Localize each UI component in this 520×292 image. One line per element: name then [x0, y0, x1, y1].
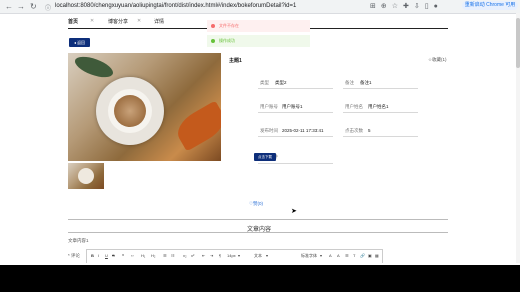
account-value: 用户账号1 [282, 104, 303, 109]
section-divider-bottom [68, 232, 448, 233]
chrome-update-button[interactable]: 重新启动 Chrome 可用 [462, 1, 518, 10]
info-icon[interactable]: ⓘ [45, 3, 51, 12]
name-value: 用户姓名1 [368, 104, 389, 109]
success-toast: 操作成功 [207, 35, 310, 47]
back-arrow-icon[interactable]: ← [5, 2, 13, 11]
indent-button[interactable]: ⇥ [210, 253, 213, 258]
field-underline [343, 88, 418, 89]
sidebar-icon[interactable]: ▯ [425, 3, 434, 10]
field-underline [258, 88, 333, 89]
field-underline [258, 112, 333, 113]
clear-format-button[interactable]: T [353, 253, 355, 258]
leaf-shape [171, 100, 221, 152]
success-toast-text: 操作成功 [219, 38, 235, 43]
bold-button[interactable]: B [91, 253, 94, 258]
like-button[interactable]: ♡赞(0) [249, 201, 263, 207]
zoom-icon[interactable]: ⊕ [381, 3, 392, 10]
page-scrollbar-thumb[interactable] [516, 18, 520, 68]
account-label: 用户账号 [260, 104, 278, 109]
underline-button[interactable]: U [105, 253, 108, 258]
field-underline [343, 112, 418, 113]
address-bar[interactable]: localhost:8080/chengxuyuan/aoliupingtai/… [55, 1, 385, 11]
align-button[interactable]: ☰ [345, 253, 349, 258]
link-icon[interactable]: 🔗 [360, 253, 365, 258]
blog-cover-image [68, 53, 221, 161]
error-toast: 文件不存在 [207, 20, 310, 32]
field-underline [258, 163, 333, 164]
note-label: 备注 [345, 80, 354, 85]
type-label: 类型 [260, 80, 269, 85]
name-label: 用户姓名 [345, 104, 363, 109]
heading-select[interactable]: 文本 [254, 253, 262, 259]
direction-button[interactable]: ¶ [219, 253, 221, 258]
outdent-button[interactable]: ⇤ [202, 253, 205, 258]
blog-title: 主题1 [229, 58, 242, 64]
type-value: 类型2 [275, 80, 287, 85]
code-button[interactable]: ‹› [131, 253, 134, 258]
collect-button[interactable]: ☆收藏(1) [428, 57, 447, 63]
comment-editor-toolbar: B I U S ❝ ‹› H₁ H₂ ☰ ☷ x₂ x² ⇤ ⇥ ¶ 14px … [86, 249, 383, 263]
extension-icon[interactable]: ✚ [403, 3, 414, 10]
strike-button[interactable]: S [112, 253, 115, 258]
nav-item-detail[interactable]: 详情 [154, 18, 164, 25]
error-icon [211, 24, 215, 28]
note-value: 备注1 [360, 80, 372, 85]
h1-button[interactable]: H₁ [141, 253, 145, 258]
subscript-button[interactable]: x₂ [183, 253, 187, 258]
font-size-select[interactable]: 14px [227, 253, 236, 258]
browser-toolbar-icons: ⊞⊕☆✚⇩▯● [370, 2, 443, 10]
nav-item-home[interactable]: 首页 [68, 18, 78, 25]
font-color-button[interactable]: A [329, 253, 332, 258]
field-underline [343, 136, 418, 137]
back-button-label: 返回 [77, 40, 86, 45]
ordered-list-button[interactable]: ☰ [163, 253, 167, 258]
publish-time-label: 发布时间 [260, 128, 278, 133]
article-content-text: 文章内容1 [68, 238, 89, 243]
browser-bar: ← → ↻ ⓘ localhost:8080/chengxuyuan/aoliu… [0, 0, 520, 14]
quote-button[interactable]: ❝ [122, 253, 124, 258]
coffee-shape [114, 95, 146, 127]
clicks-label: 点击次数 [345, 128, 363, 133]
success-icon [211, 39, 215, 43]
superscript-button[interactable]: x² [191, 253, 194, 258]
download-button[interactable]: 点击下载 [254, 153, 276, 161]
forward-arrow-icon[interactable]: → [17, 2, 25, 11]
font-family-select[interactable]: 标准字体 [301, 253, 317, 259]
reload-icon[interactable]: ↻ [30, 2, 37, 11]
mouse-cursor-icon: ➤ [291, 208, 297, 215]
publish-time-value: 2025-02-11 17:33:41 [282, 128, 324, 133]
background-color-button[interactable]: A [337, 253, 340, 258]
image-icon[interactable]: ▣ [368, 253, 372, 258]
error-toast-text: 文件不存在 [219, 23, 239, 28]
chevron-down-icon[interactable]: ▾ [320, 253, 322, 258]
h2-button[interactable]: H₂ [151, 253, 155, 258]
leaf-shape [72, 53, 116, 82]
bullet-list-button[interactable]: ☷ [171, 253, 175, 258]
profile-icon[interactable]: ● [434, 3, 443, 10]
nav-close-icon[interactable]: ✕ [90, 18, 94, 24]
comment-label: * 评论 [68, 253, 81, 258]
chevron-down-icon[interactable]: ▾ [238, 253, 240, 258]
bookmark-star-icon[interactable]: ☆ [392, 3, 403, 10]
video-icon[interactable]: ▦ [375, 253, 379, 258]
nav-close-icon[interactable]: ✕ [137, 18, 141, 24]
nav-item-blog-share[interactable]: 博客分享 [108, 18, 128, 25]
translate-icon[interactable]: ⊞ [370, 3, 381, 10]
back-button[interactable]: ◂ 返回 [69, 38, 90, 47]
field-underline [258, 136, 333, 137]
cup-shape [78, 168, 94, 184]
clicks-value: 5 [368, 128, 371, 133]
image-thumbnail[interactable] [68, 163, 104, 189]
download-icon[interactable]: ⇩ [414, 3, 425, 10]
chevron-down-icon[interactable]: ▾ [266, 253, 268, 258]
italic-button[interactable]: I [98, 253, 99, 258]
bottom-black-bar [0, 265, 520, 292]
section-divider-top [68, 219, 448, 220]
